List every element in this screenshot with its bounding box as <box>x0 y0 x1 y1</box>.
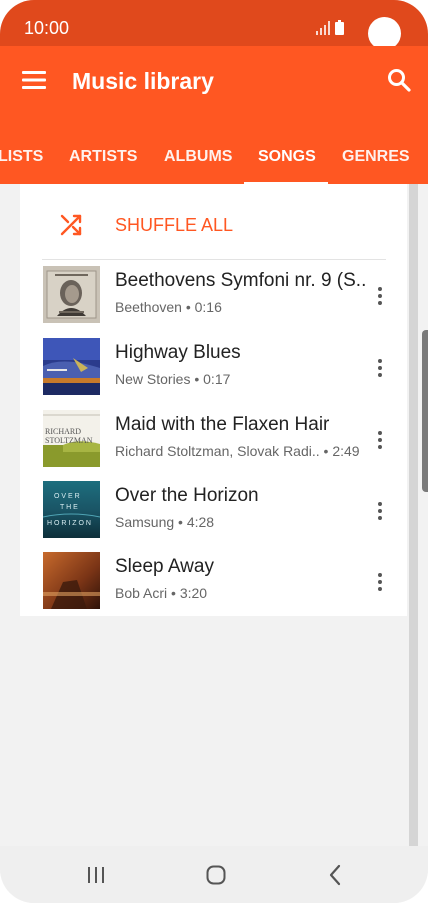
song-row-maid-flaxen-hair[interactable]: RICHARD STOLTZMAN Maid with the Flaxen H… <box>20 404 407 476</box>
more-options-icon[interactable] <box>376 572 384 592</box>
song-artist-duration: Richard Stoltzman, Slovak Radi.. • 2:49 <box>115 443 360 459</box>
song-artist-duration: New Stories • 0:17 <box>115 371 231 387</box>
tab-artists[interactable]: ARTISTS <box>69 148 137 166</box>
album-art-highway-blues <box>43 338 100 395</box>
song-artist-duration: Samsung • 4:28 <box>115 514 215 530</box>
album-art-text-line3: H O R I Z O N <box>47 520 91 527</box>
tab-lists[interactable]: LISTS <box>0 148 43 166</box>
scrollbar[interactable] <box>409 184 418 846</box>
hamburger-menu-icon[interactable] <box>22 70 46 90</box>
app-bar: Music library LISTS ARTISTS ALBUMS SONGS… <box>0 46 428 185</box>
status-bar: 10:00 <box>0 0 428 50</box>
song-row-beethoven[interactable]: Beethovens Symfoni nr. 9 (S.. Beethoven … <box>20 260 407 332</box>
song-artist-duration: Beethoven • 0:16 <box>115 299 222 315</box>
song-title: Over the Horizon <box>115 485 259 506</box>
song-row-over-the-horizon[interactable]: O V E R T H E H O R I Z O N Over the Hor… <box>20 475 407 547</box>
album-art-sleep-away <box>43 552 100 609</box>
album-art-maid-flaxen-hair: RICHARD STOLTZMAN <box>43 410 100 467</box>
song-title: Highway Blues <box>115 342 241 363</box>
shuffle-all-button[interactable]: SHUFFLE ALL <box>20 184 407 260</box>
song-title: Maid with the Flaxen Hair <box>115 414 330 435</box>
album-art-text-line1: O V E R <box>54 493 80 500</box>
more-options-icon[interactable] <box>376 430 384 450</box>
album-art-over-the-horizon: O V E R T H E H O R I Z O N <box>43 481 100 538</box>
album-art-beethoven <box>43 266 100 323</box>
shuffle-all-label: SHUFFLE ALL <box>115 215 234 235</box>
song-row-sleep-away[interactable]: Sleep Away Bob Acri • 3:20 <box>20 546 407 618</box>
album-art-text-line2: STOLTZMAN <box>45 436 93 445</box>
tab-songs[interactable]: SONGS <box>258 148 316 166</box>
more-options-icon[interactable] <box>376 358 384 378</box>
song-list: SHUFFLE ALL Beethovens Symfoni nr. 9 (S.… <box>20 184 407 616</box>
tab-albums[interactable]: ALBUMS <box>164 148 232 166</box>
song-artist-duration: Bob Acri • 3:20 <box>115 585 208 601</box>
recent-apps-icon[interactable] <box>86 866 106 884</box>
song-title: Beethovens Symfoni nr. 9 (S.. <box>115 270 365 291</box>
tab-bar: LISTS ARTISTS ALBUMS SONGS GENRES <box>0 134 428 185</box>
search-icon[interactable] <box>387 68 411 92</box>
edge-panel-handle[interactable] <box>422 330 428 492</box>
album-art-text-line1: RICHARD <box>45 427 81 436</box>
tab-genres[interactable]: GENRES <box>342 148 410 166</box>
more-options-icon[interactable] <box>376 501 384 521</box>
navigation-bar <box>0 846 428 903</box>
shuffle-icon <box>60 214 82 236</box>
home-icon[interactable] <box>206 865 226 885</box>
back-icon[interactable] <box>328 864 342 886</box>
song-row-highway-blues[interactable]: Highway Blues New Stories • 0:17 <box>20 332 407 404</box>
song-title: Sleep Away <box>115 556 214 577</box>
more-options-icon[interactable] <box>376 286 384 306</box>
page-title: Music library <box>72 68 214 94</box>
signal-icon <box>316 21 330 35</box>
phone-screen: 10:00 Music library LISTS ARTISTS ALBUMS <box>0 0 428 903</box>
album-art-text-line2: T H E <box>60 504 78 511</box>
battery-icon <box>335 20 344 35</box>
status-time: 10:00 <box>24 18 70 38</box>
